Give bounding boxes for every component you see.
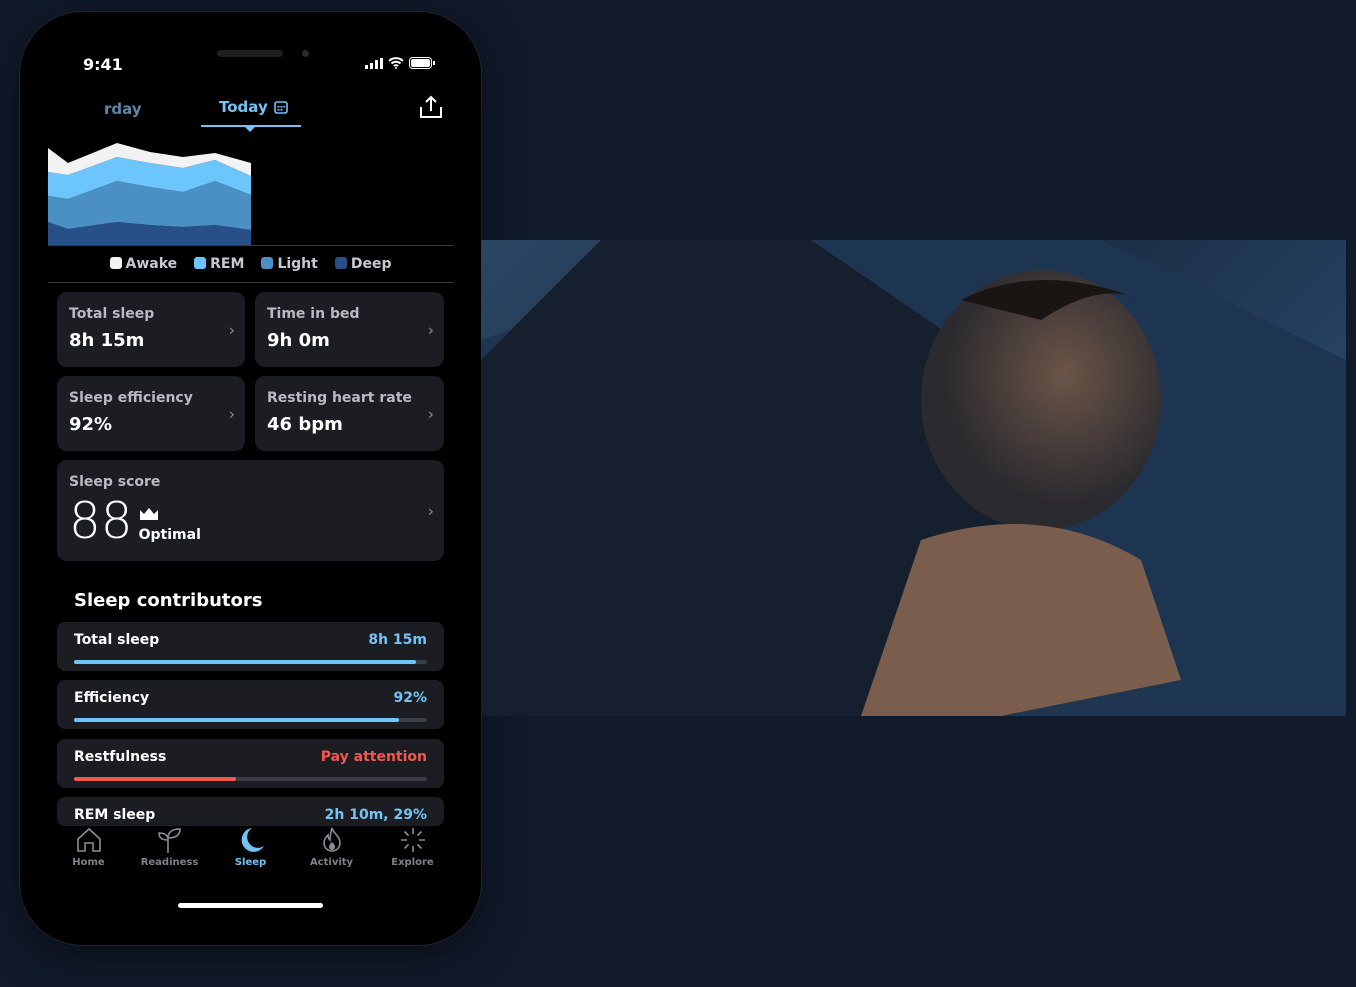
tabbar-explore[interactable]: Explore	[378, 826, 448, 886]
contributor-value: 92%	[393, 690, 427, 706]
contributor-label: Restfulness	[74, 749, 167, 765]
active-tab-caret	[244, 126, 256, 132]
chevron-right-icon: ›	[427, 501, 434, 520]
legend-swatch	[261, 257, 274, 269]
moon-icon	[241, 828, 264, 852]
status-time: 9:41	[83, 55, 123, 74]
tabbar-readiness[interactable]: Readiness	[135, 826, 205, 886]
contributor-row-restfulness[interactable]: Restfulness Pay attention	[57, 739, 444, 788]
tab-label: Sleep	[234, 857, 267, 868]
chart-legend: Awake REM Light Deep	[20, 256, 481, 272]
chevron-right-icon: ›	[427, 320, 434, 339]
legend-divider	[48, 282, 453, 283]
legend-swatch	[194, 257, 207, 269]
photo-illustration	[481, 240, 1346, 716]
chevron-right-icon: ›	[228, 404, 235, 423]
legend-swatch	[334, 257, 347, 269]
metric-card-resting-heart-rate[interactable]: Resting heart rate 46 bpm ›	[255, 376, 444, 451]
contributor-label: Total sleep	[74, 632, 160, 648]
home-icon	[76, 827, 101, 852]
battery-icon	[409, 57, 435, 69]
metric-value: 46 bpm	[267, 414, 343, 435]
metric-value: 9h 0m	[267, 330, 330, 351]
crown-icon	[139, 508, 158, 520]
legend-rem: REM	[194, 256, 244, 272]
tab-label: Activity	[309, 857, 354, 868]
legend-label: Awake	[125, 256, 178, 272]
contributor-value: 8h 15m	[368, 632, 427, 648]
contributor-row-total-sleep[interactable]: Total sleep 8h 15m	[57, 622, 444, 671]
phone-frame: 9:41 rday Today Awake REM Light Deep Tot…	[20, 12, 481, 945]
metric-card-time-in-bed[interactable]: Time in bed 9h 0m ›	[255, 292, 444, 367]
tab-today[interactable]: Today	[219, 98, 288, 116]
legend-light: Light	[261, 256, 318, 272]
chevron-right-icon: ›	[228, 320, 235, 339]
tab-label: Home	[72, 857, 105, 868]
progress-fill	[74, 718, 399, 722]
home-indicator	[178, 903, 323, 908]
status-icons	[365, 57, 435, 69]
metric-label: Sleep efficiency	[69, 390, 193, 406]
contributor-progress-bar	[74, 718, 427, 722]
tab-today-label: Today	[219, 98, 268, 116]
contributor-label: REM sleep	[74, 807, 156, 823]
contributor-progress-bar	[74, 660, 427, 664]
metric-card-total-sleep[interactable]: Total sleep 8h 15m ›	[57, 292, 245, 367]
progress-fill	[74, 660, 417, 664]
sparkle-icon	[400, 828, 425, 852]
metric-label: Resting heart rate	[267, 390, 412, 406]
share-icon[interactable]	[418, 94, 444, 120]
tab-yesterday[interactable]: rday	[104, 100, 142, 118]
metric-value: 8h 15m	[69, 330, 145, 351]
metric-value: 92%	[69, 414, 113, 435]
chevron-right-icon: ›	[427, 404, 434, 423]
tabbar-activity[interactable]: Activity	[297, 826, 367, 886]
contributors-title: Sleep contributors	[74, 590, 263, 611]
legend-label: REM	[210, 256, 245, 272]
score-value: 88	[69, 492, 133, 550]
sprout-icon	[157, 828, 181, 853]
metric-label: Time in bed	[267, 306, 360, 322]
tab-bar: Home Readiness Sleep Activity Explore	[20, 826, 481, 886]
contributor-row-rem-sleep[interactable]: REM sleep 2h 10m, 29%	[57, 797, 444, 826]
tab-label: Explore	[391, 857, 434, 868]
legend-swatch	[109, 257, 122, 269]
contributor-value: Pay attention	[320, 749, 427, 765]
metric-card-sleep-efficiency[interactable]: Sleep efficiency 92% ›	[57, 376, 245, 451]
flame-icon	[322, 827, 341, 852]
wifi-icon	[388, 57, 404, 69]
contributor-progress-bar	[74, 777, 427, 781]
sleep-score-card[interactable]: Sleep score 88 Optimal ›	[57, 460, 444, 561]
signal-icon	[365, 57, 383, 69]
progress-fill	[74, 777, 237, 781]
chart-baseline	[48, 245, 453, 246]
legend-awake: Awake	[109, 256, 178, 272]
tab-label: Readiness	[140, 857, 199, 868]
contributor-label: Efficiency	[74, 690, 150, 706]
metric-label: Total sleep	[69, 306, 155, 322]
contributor-value: 2h 10m, 29%	[324, 807, 427, 823]
score-status: Optimal	[138, 527, 201, 543]
tabbar-home[interactable]: Home	[54, 826, 124, 886]
legend-label: Light	[277, 256, 318, 272]
sleep-stage-chart	[48, 143, 251, 245]
contributor-row-efficiency[interactable]: Efficiency 92%	[57, 680, 444, 729]
legend-deep: Deep	[334, 256, 392, 272]
camera-dot	[302, 50, 309, 57]
tabbar-sleep[interactable]: Sleep	[216, 826, 286, 886]
calendar-icon[interactable]	[273, 100, 288, 114]
legend-label: Deep	[350, 256, 392, 272]
score-label: Sleep score	[69, 474, 161, 490]
sleeping-man-photo	[481, 240, 1346, 716]
dynamic-island	[217, 50, 283, 57]
